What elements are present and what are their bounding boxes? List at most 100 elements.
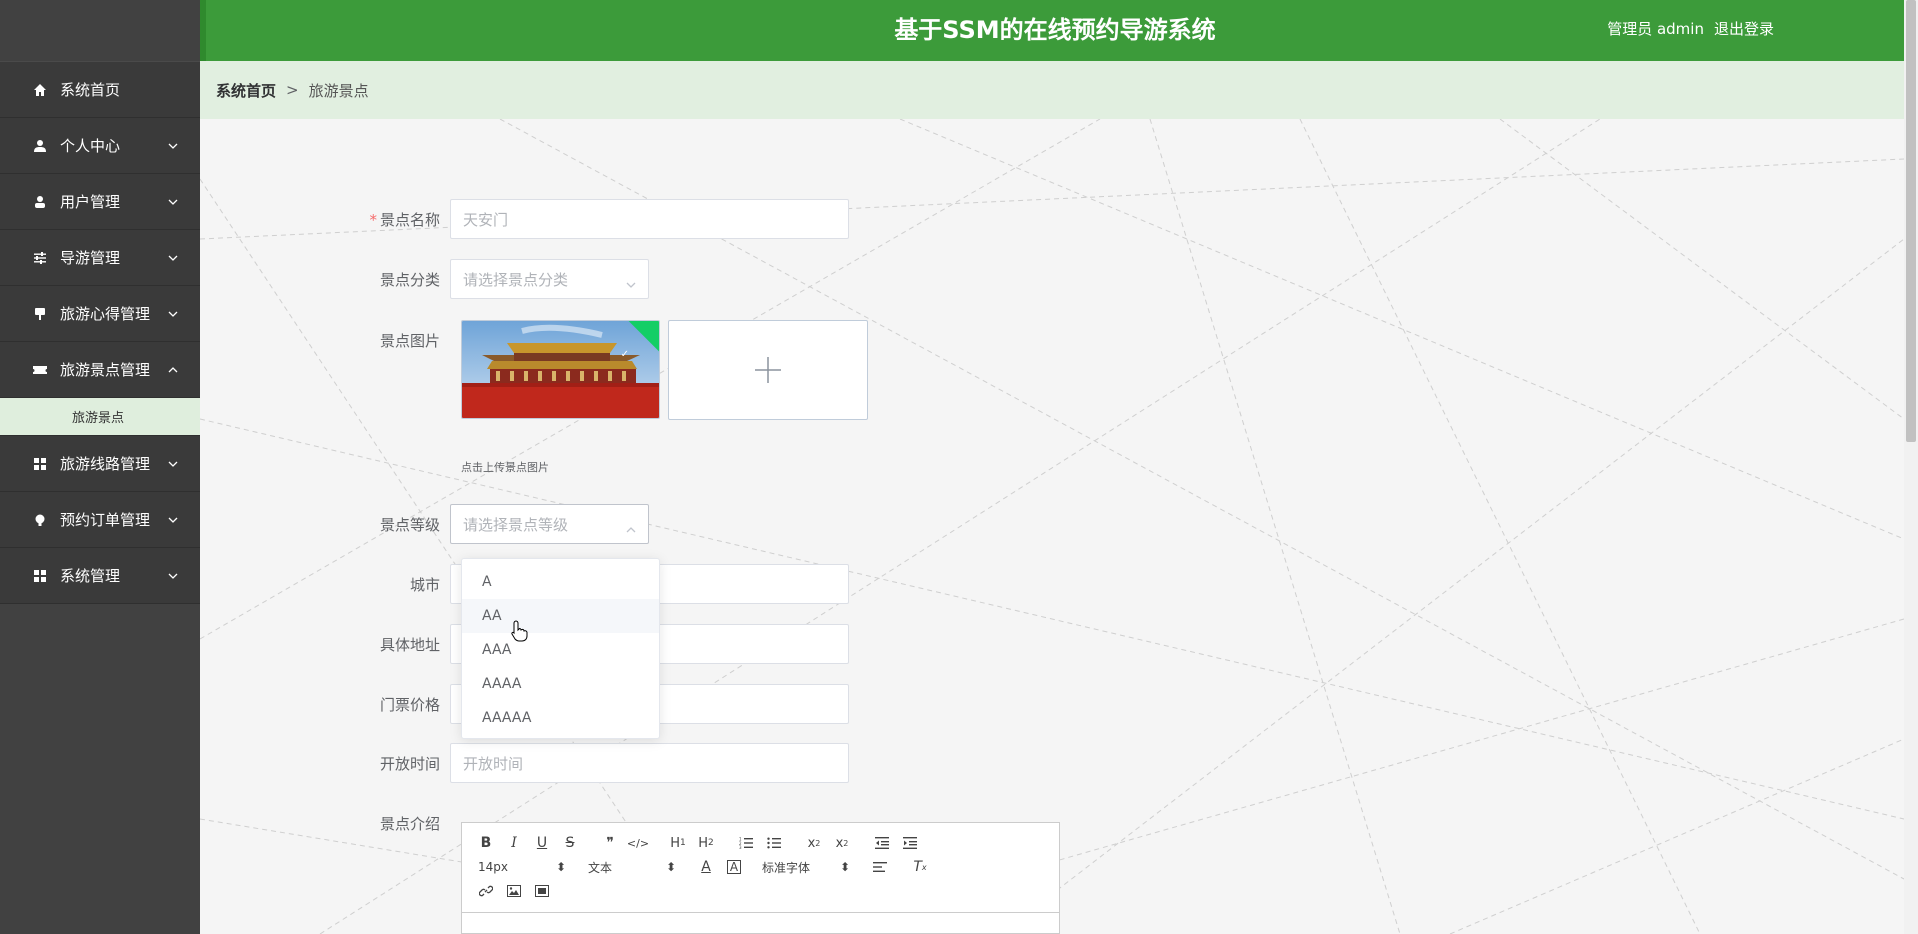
toolbar-row: B I U S ❞ </> H1 H2 123 x2 x2 xyxy=(472,831,1049,855)
palace-photo xyxy=(462,321,659,418)
align-icon[interactable] xyxy=(866,855,894,879)
superscript-button[interactable]: x2 xyxy=(828,831,856,855)
editor-toolbar: B I U S ❞ </> H1 H2 123 x2 x2 14px ⬍ 文本 … xyxy=(462,823,1059,913)
sign-icon xyxy=(32,306,48,322)
form-row-image: 景点图片 xyxy=(200,320,450,351)
chevron-down-icon xyxy=(168,459,178,469)
logout-link[interactable]: 退出登录 xyxy=(1714,18,1774,39)
sliders-icon xyxy=(32,250,48,266)
sidebar-item-scenic[interactable]: 旅游景点管理 xyxy=(0,342,200,398)
uploaded-image-thumbnail[interactable]: ✓ xyxy=(461,320,660,419)
image-icon[interactable] xyxy=(500,879,528,903)
link-icon[interactable] xyxy=(472,879,500,903)
hand-cursor-icon xyxy=(511,620,528,642)
updown-icon: ⬍ xyxy=(555,860,566,874)
bulb-icon xyxy=(32,512,48,528)
outdent-icon[interactable] xyxy=(868,831,896,855)
form-row-intro: 景点介绍 xyxy=(200,813,450,834)
sidebar-item-guides[interactable]: 导游管理 xyxy=(0,230,200,286)
italic-button[interactable]: I xyxy=(500,831,528,855)
sidebar-item-label: 系统管理 xyxy=(60,567,121,585)
sidebar-item-label: 系统首页 xyxy=(60,81,121,99)
category-select[interactable]: 请选择景点分类 xyxy=(450,259,649,299)
level-option-aa[interactable]: AA xyxy=(462,599,659,633)
clear-format-button[interactable]: Tx xyxy=(906,855,934,879)
level-option-a[interactable]: A xyxy=(462,565,659,599)
home-icon xyxy=(32,82,48,98)
sidebar-item-label: 预约订单管理 xyxy=(60,511,151,529)
code-icon[interactable]: </> xyxy=(624,831,652,855)
sidebar-subitem-label: 旅游景点 xyxy=(72,411,125,426)
upload-hint: 点击上传景点图片 xyxy=(461,461,549,474)
text-type-select[interactable]: 文本 ⬍ xyxy=(582,859,682,876)
sidebar-item-routes[interactable]: 旅游线路管理 xyxy=(0,436,200,492)
level-option-aaaa[interactable]: AAAA xyxy=(462,667,659,701)
name-input[interactable]: 天安门 xyxy=(450,199,849,239)
sidebar-item-label: 个人中心 xyxy=(60,137,121,155)
field-label: 开放时间 xyxy=(379,754,440,773)
level-dropdown: A AA AAA AAAA AAAAA xyxy=(461,558,660,739)
sidebar-item-home[interactable]: 系统首页 xyxy=(0,62,200,118)
sidebar-item-system[interactable]: 系统管理 xyxy=(0,548,200,604)
chevron-down-icon xyxy=(168,515,178,525)
h2-button[interactable]: H2 xyxy=(692,831,720,855)
bold-button[interactable]: B xyxy=(472,831,500,855)
subscript-button[interactable]: x2 xyxy=(800,831,828,855)
field-label: 具体地址 xyxy=(379,635,440,654)
sidebar-item-profile[interactable]: 个人中心 xyxy=(0,118,200,174)
blockquote-icon[interactable]: ❞ xyxy=(596,831,624,855)
page-scrollbar[interactable] xyxy=(1904,0,1918,934)
field-label: 景点介绍 xyxy=(379,815,440,833)
sidebar-subitem-scenic-spots[interactable]: 旅游景点 xyxy=(0,398,200,436)
chevron-down-icon xyxy=(168,197,178,207)
upload-image-button[interactable] xyxy=(668,320,868,420)
text-type-value: 文本 xyxy=(588,860,613,875)
level-option-aaa[interactable]: AAA xyxy=(462,633,659,667)
field-label: 景点等级 xyxy=(379,515,440,534)
indent-icon[interactable] xyxy=(896,831,924,855)
form-row-name: * 景点名称 天安门 xyxy=(200,199,849,239)
level-option-aaaaa[interactable]: AAAAA xyxy=(462,701,659,735)
field-label: * 景点名称 xyxy=(200,209,450,230)
h1-button[interactable]: H1 xyxy=(664,831,692,855)
name-input-placeholder: 天安门 xyxy=(463,210,509,229)
user-manage-icon xyxy=(32,194,48,210)
chevron-down-icon xyxy=(168,571,178,581)
scrollbar-thumb[interactable] xyxy=(1906,0,1916,442)
top-header: 基于SSM的在线预约导游系统 管理员 admin 退出登录 xyxy=(200,0,1904,61)
breadcrumb-current: 旅游景点 xyxy=(308,81,369,100)
sidebar-item-label: 用户管理 xyxy=(60,193,121,211)
level-select[interactable]: 请选择景点等级 xyxy=(450,504,649,544)
breadcrumb: 系统首页 > 旅游景点 xyxy=(200,61,1904,119)
field-label: 景点图片 xyxy=(379,332,440,350)
updown-icon: ⬍ xyxy=(839,860,850,874)
underline-button[interactable]: U xyxy=(528,831,556,855)
font-size-select[interactable]: 14px ⬍ xyxy=(472,860,572,874)
chevron-up-icon xyxy=(626,519,636,533)
font-family-value: 标准字体 xyxy=(762,860,811,875)
sidebar: 系统首页 个人中心 用户管理 导游管理 旅游心得管理 旅游景点管理 旅游景点 旅… xyxy=(0,0,200,934)
open-time-placeholder: 开放时间 xyxy=(463,754,524,773)
sidebar-item-orders[interactable]: 预约订单管理 xyxy=(0,492,200,548)
plus-icon xyxy=(755,357,781,383)
background-color-button[interactable]: A xyxy=(727,860,741,874)
user-label: 管理员 admin xyxy=(1607,20,1704,38)
chevron-up-icon xyxy=(168,365,178,375)
open-time-input[interactable]: 开放时间 xyxy=(450,743,849,783)
ordered-list-icon[interactable]: 123 xyxy=(732,831,760,855)
sidebar-item-experience[interactable]: 旅游心得管理 xyxy=(0,286,200,342)
font-family-select[interactable]: 标准字体 ⬍ xyxy=(756,859,856,876)
sidebar-item-label: 旅游景点管理 xyxy=(60,361,151,379)
strike-button[interactable]: S xyxy=(556,831,584,855)
sidebar-item-users[interactable]: 用户管理 xyxy=(0,174,200,230)
ticket-icon xyxy=(32,362,48,378)
unordered-list-icon[interactable] xyxy=(760,831,788,855)
updown-icon: ⬍ xyxy=(665,860,676,874)
grid-icon xyxy=(32,456,48,472)
font-size-value: 14px xyxy=(478,860,508,874)
font-color-button[interactable]: A xyxy=(692,855,720,879)
sidebar-top xyxy=(0,0,200,62)
rich-text-editor: B I U S ❞ </> H1 H2 123 x2 x2 14px ⬍ 文本 … xyxy=(461,822,1060,934)
video-icon[interactable] xyxy=(528,879,556,903)
breadcrumb-home[interactable]: 系统首页 xyxy=(216,80,276,101)
